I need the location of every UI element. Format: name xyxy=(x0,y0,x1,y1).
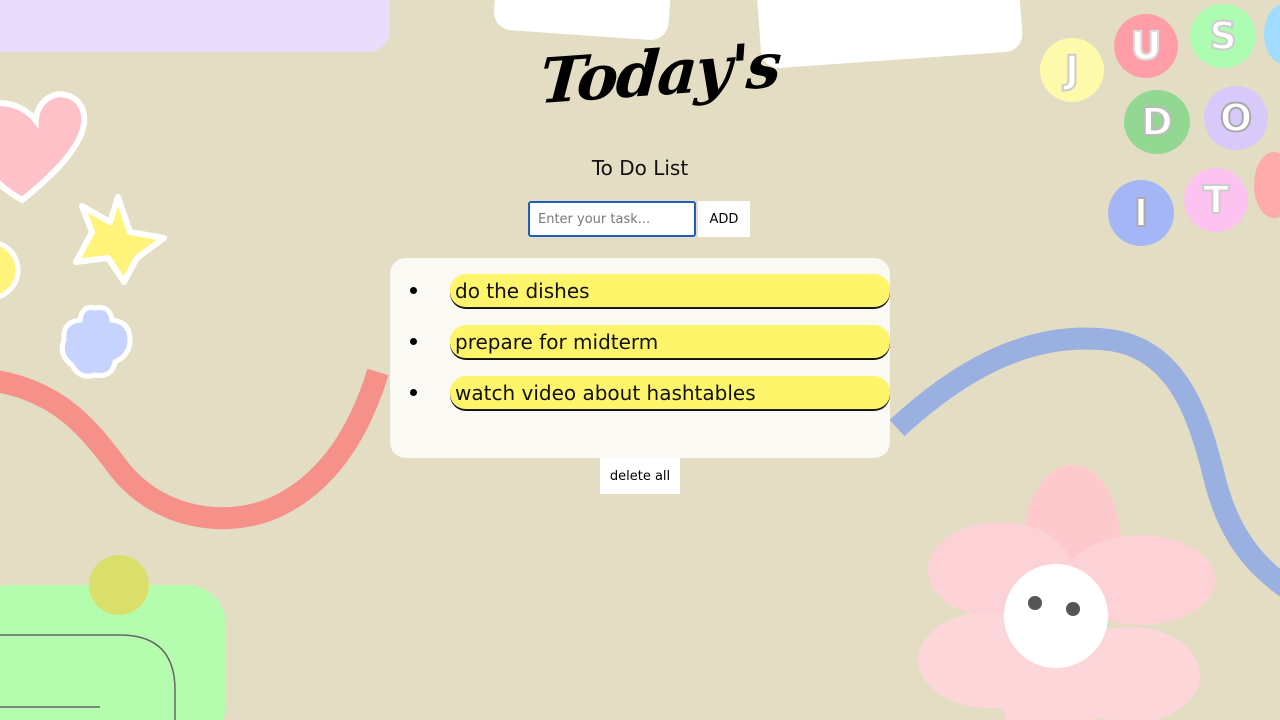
red-wave xyxy=(0,368,389,530)
heart-sticker xyxy=(0,91,88,204)
badge-j: J xyxy=(1040,38,1104,102)
white-card-right xyxy=(755,0,1023,68)
task-input-row: ADD xyxy=(528,201,750,237)
task-text[interactable]: watch video about hashtables xyxy=(450,376,890,410)
blue-flower-sticker xyxy=(59,305,133,379)
task-item[interactable]: prepare for midterm xyxy=(410,325,890,361)
app-logo: Today's xyxy=(537,27,783,119)
page-subtitle: To Do List xyxy=(591,156,689,180)
task-text[interactable]: do the dishes xyxy=(450,274,890,308)
bullet-icon xyxy=(410,287,417,294)
task-list-panel: do the dishes prepare for midterm watch … xyxy=(390,258,890,458)
add-button[interactable]: ADD xyxy=(698,201,750,237)
badge-s: S xyxy=(1190,4,1256,68)
yellow-circle-sticker xyxy=(0,241,21,299)
star-sticker xyxy=(73,194,167,285)
bullet-icon xyxy=(410,389,417,396)
task-text[interactable]: prepare for midterm xyxy=(450,325,890,359)
delete-all-button[interactable]: delete all xyxy=(600,458,680,494)
task-input[interactable] xyxy=(528,201,696,237)
pink-flower xyxy=(918,465,1215,720)
task-item[interactable]: watch video about hashtables xyxy=(410,376,890,412)
badge-o: O xyxy=(1204,86,1268,150)
badge-i: I xyxy=(1108,180,1174,246)
pin xyxy=(89,555,149,615)
task-item[interactable]: do the dishes xyxy=(410,274,890,310)
bullet-icon xyxy=(410,338,417,345)
badge-d: D xyxy=(1124,90,1190,154)
lavender-card xyxy=(0,0,390,52)
white-card-left xyxy=(493,0,672,40)
badge-u: U xyxy=(1114,14,1178,78)
